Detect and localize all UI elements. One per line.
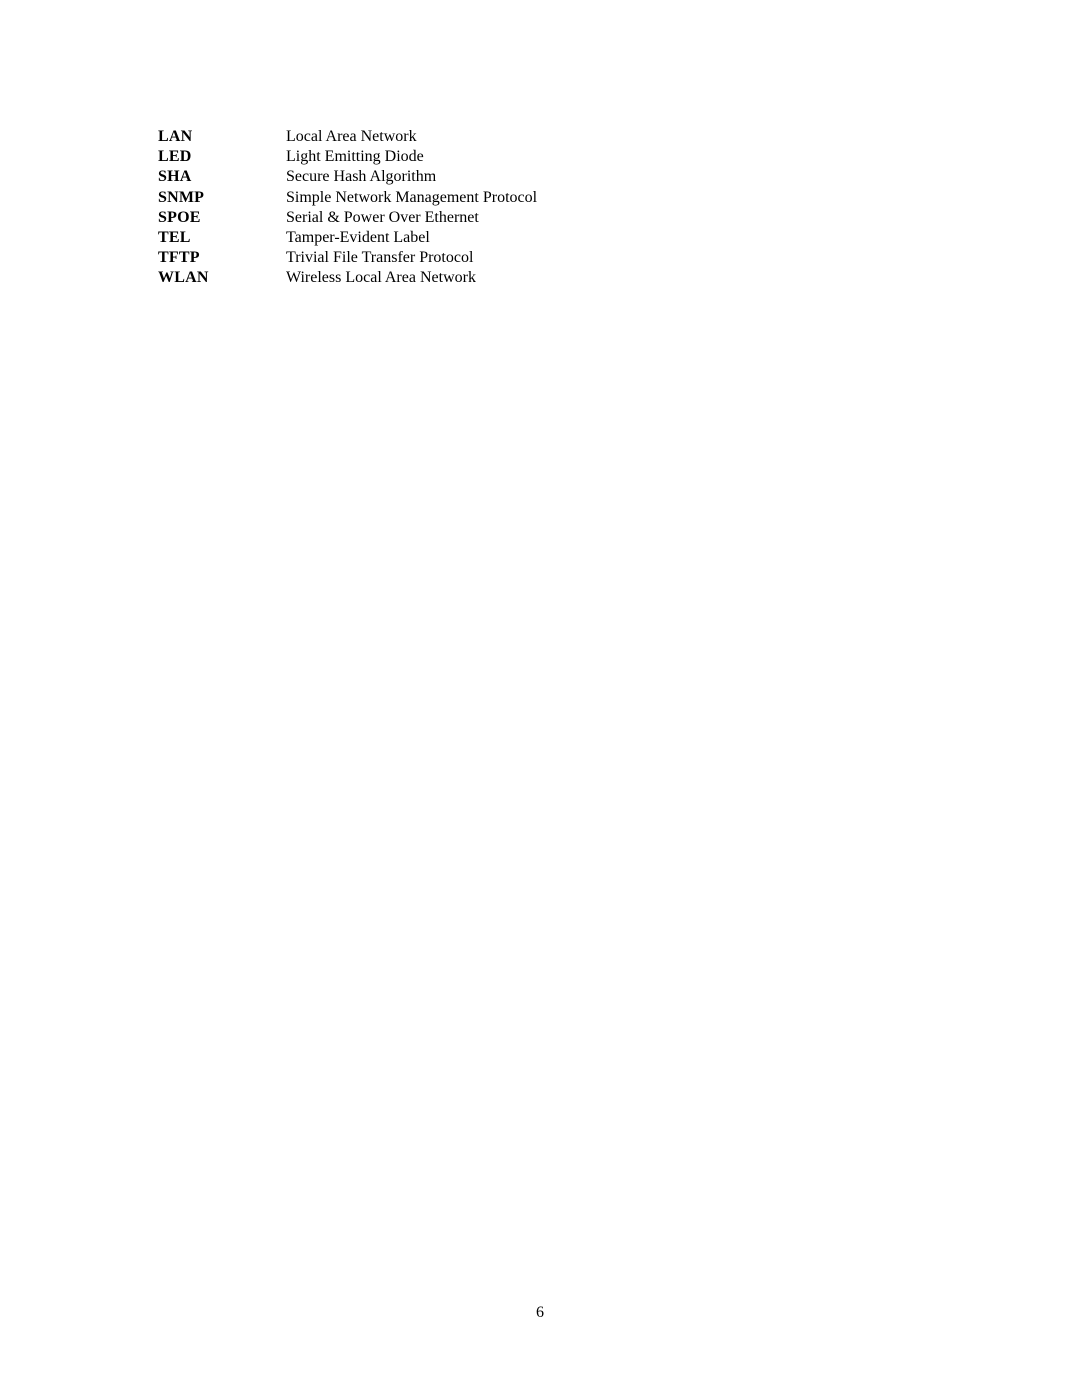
acronym-row-wlan: WLAN Wireless Local Area Network bbox=[158, 268, 537, 288]
acronym-definition: Trivial File Transfer Protocol bbox=[286, 249, 474, 267]
acronym-definition: Serial & Power Over Ethernet bbox=[286, 208, 479, 226]
acronym-row-tel: TEL Tamper-Evident Label bbox=[158, 228, 537, 248]
acronym-term: SPOE bbox=[158, 208, 201, 226]
acronym-list: LAN Local Area Network LED Light Emittin… bbox=[158, 127, 537, 289]
acronym-row-spoe: SPOE Serial & Power Over Ethernet bbox=[158, 208, 537, 228]
acronym-term: LED bbox=[158, 148, 192, 166]
acronym-row-led: LED Light Emitting Diode bbox=[158, 147, 537, 167]
acronym-term: SHA bbox=[158, 168, 192, 186]
acronym-term: TEL bbox=[158, 228, 191, 246]
acronym-definition: Tamper-Evident Label bbox=[286, 228, 430, 246]
acronym-definition: Light Emitting Diode bbox=[286, 148, 424, 166]
acronym-definition: Simple Network Management Protocol bbox=[286, 188, 538, 206]
acronym-term: LAN bbox=[158, 128, 193, 145]
acronym-row-tftp: TFTP Trivial File Transfer Protocol bbox=[158, 248, 537, 268]
acronym-row-snmp: SNMP Simple Network Management Protocol bbox=[158, 188, 537, 208]
page-number: 6 bbox=[536, 1304, 544, 1321]
acronym-term: TFTP bbox=[158, 249, 200, 267]
acronym-term: SNMP bbox=[158, 188, 205, 206]
acronym-term: WLAN bbox=[158, 269, 209, 287]
acronym-definition: Local Area Network bbox=[286, 128, 417, 145]
acronym-row-lan: LAN Local Area Network bbox=[158, 127, 537, 147]
acronym-row-sha: SHA Secure Hash Algorithm bbox=[158, 167, 537, 187]
acronym-definition: Secure Hash Algorithm bbox=[286, 168, 437, 186]
acronym-definition: Wireless Local Area Network bbox=[286, 269, 476, 287]
